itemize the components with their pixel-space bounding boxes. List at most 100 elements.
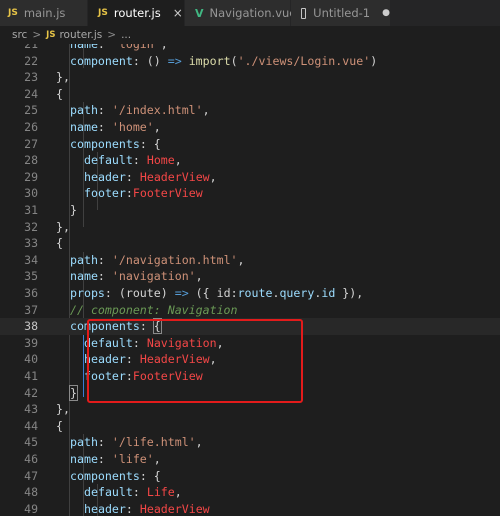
code-token: name bbox=[70, 452, 98, 466]
code-token: { bbox=[56, 236, 63, 251]
code-line[interactable]: 28 default: Home, bbox=[0, 152, 500, 169]
code-line[interactable]: 27 components: { bbox=[0, 136, 500, 153]
breadcrumb-separator-icon: > bbox=[32, 29, 42, 41]
line-number: 24 bbox=[24, 86, 38, 101]
code-token: , bbox=[160, 44, 168, 51]
code-line[interactable]: 48 default: Life, bbox=[0, 484, 500, 501]
tab-router-js[interactable]: JS router.js × bbox=[88, 0, 185, 26]
file-icon bbox=[301, 7, 307, 19]
code-text: name: 'home', bbox=[70, 119, 161, 136]
code-line[interactable]: 44 { bbox=[0, 418, 500, 435]
code-line[interactable]: 30 footer:FooterView bbox=[0, 185, 500, 202]
code-token: , bbox=[174, 153, 182, 168]
code-token: : bbox=[97, 44, 112, 51]
code-line[interactable]: 25 path: '/index.html', bbox=[0, 102, 500, 119]
code-token: : bbox=[125, 501, 140, 516]
code-line[interactable]: 49 header: HeaderView bbox=[0, 501, 500, 516]
vue-file-icon: V bbox=[195, 6, 204, 20]
code-text: }, bbox=[56, 401, 70, 418]
code-token: : (route) bbox=[104, 286, 175, 300]
code-line[interactable]: 32}, bbox=[0, 219, 500, 236]
code-line[interactable]: 34 path: '/navigation.html', bbox=[0, 252, 500, 269]
code-token: header bbox=[84, 169, 126, 184]
code-token: name bbox=[70, 120, 98, 134]
code-line[interactable]: 45 path: '/life.html', bbox=[0, 434, 500, 451]
code-token: import bbox=[188, 53, 231, 68]
code-text: path: '/index.html', bbox=[70, 102, 210, 119]
code-line[interactable]: 26 name: 'home', bbox=[0, 119, 500, 136]
code-line[interactable]: 29 header: HeaderView, bbox=[0, 169, 500, 186]
code-token: , bbox=[153, 120, 161, 134]
code-token: id bbox=[321, 286, 336, 300]
code-token: , bbox=[174, 485, 182, 500]
line-number: 22 bbox=[24, 53, 38, 68]
code-token: name bbox=[70, 44, 98, 51]
code-token: : bbox=[125, 186, 133, 201]
code-text: header: HeaderView bbox=[84, 501, 210, 516]
tab-untitled-1[interactable]: Untitled-1 ● bbox=[291, 0, 391, 26]
breadcrumb-symbol[interactable]: ... bbox=[121, 29, 131, 41]
code-text: name: 'login', bbox=[70, 44, 168, 53]
tab-label: main.js bbox=[23, 6, 66, 20]
code-token: : bbox=[97, 452, 112, 466]
line-number: 21 bbox=[24, 44, 38, 51]
line-number: 37 bbox=[24, 302, 38, 317]
code-line[interactable]: 23}, bbox=[0, 69, 500, 86]
code-token: '/navigation.html' bbox=[111, 252, 238, 267]
code-token: route bbox=[237, 286, 273, 300]
code-editor[interactable]: 21 name: 'login', 22 component: () => impor… bbox=[0, 44, 500, 516]
line-number: 26 bbox=[24, 120, 38, 134]
code-token: }, bbox=[56, 402, 70, 417]
code-token: : () bbox=[132, 53, 168, 68]
tab-navigation-vue[interactable]: V Navigation.vue bbox=[185, 0, 296, 26]
tab-main-js[interactable]: JS main.js bbox=[0, 0, 88, 26]
code-line[interactable]: 43}, bbox=[0, 401, 500, 418]
code-token: '/index.html' bbox=[111, 103, 203, 118]
code-line[interactable]: 24 { bbox=[0, 86, 500, 103]
code-text: components: { bbox=[70, 468, 161, 485]
code-text: // component: Navigation bbox=[70, 302, 238, 319]
code-token: , bbox=[209, 169, 217, 184]
line-number: 39 bbox=[24, 335, 38, 350]
code-token: , bbox=[153, 452, 161, 466]
code-token: header bbox=[84, 501, 126, 516]
line-number: 41 bbox=[24, 369, 38, 383]
line-number: 32 bbox=[24, 219, 38, 234]
code-token: components bbox=[70, 468, 140, 483]
code-token: ) bbox=[370, 53, 378, 68]
code-token: 'login' bbox=[111, 44, 161, 51]
code-token: : bbox=[97, 435, 112, 450]
code-token: Life bbox=[146, 485, 175, 500]
breadcrumb: src > JS router.js > ... bbox=[0, 26, 500, 44]
line-number: 43 bbox=[24, 402, 38, 417]
code-text: name: 'navigation', bbox=[70, 268, 203, 285]
code-token: { bbox=[56, 86, 63, 101]
code-text: components: { bbox=[70, 136, 161, 153]
code-token: FooterView bbox=[132, 186, 203, 201]
breadcrumb-file[interactable]: router.js bbox=[59, 29, 102, 41]
line-number: 31 bbox=[24, 203, 38, 217]
code-token: : bbox=[132, 153, 147, 168]
editor-tab-bar: JS main.js JS router.js × V Navigation.v… bbox=[0, 0, 500, 26]
code-line[interactable]: 22 component: () => import('./views/Login… bbox=[0, 53, 500, 70]
tab-label: router.js bbox=[113, 6, 161, 20]
breadcrumb-folder[interactable]: src bbox=[12, 29, 27, 41]
code-token: default bbox=[84, 485, 133, 500]
code-token: footer bbox=[84, 186, 126, 201]
code-line[interactable]: 21 name: 'login', bbox=[0, 44, 500, 53]
code-token: }, bbox=[56, 219, 70, 234]
code-line[interactable]: 35 name: 'navigation', bbox=[0, 268, 500, 285]
code-line[interactable]: 36 props: (route) => ({ id:route.query.id… bbox=[0, 285, 500, 302]
code-line[interactable]: 47 components: { bbox=[0, 468, 500, 485]
line-number: 45 bbox=[24, 435, 38, 450]
code-token: name bbox=[70, 269, 98, 284]
code-line[interactable]: 37 // component: Navigation bbox=[0, 302, 500, 319]
code-line[interactable]: 46 name: 'life', bbox=[0, 451, 500, 468]
code-token: default bbox=[84, 153, 133, 168]
close-icon[interactable]: × bbox=[173, 6, 183, 20]
line-number: 38 bbox=[24, 319, 38, 334]
code-text: path: '/navigation.html', bbox=[70, 252, 245, 269]
code-line[interactable]: 31} bbox=[0, 202, 500, 219]
breadcrumb-separator-icon: > bbox=[107, 29, 117, 41]
code-line[interactable]: 33 { bbox=[0, 235, 500, 252]
